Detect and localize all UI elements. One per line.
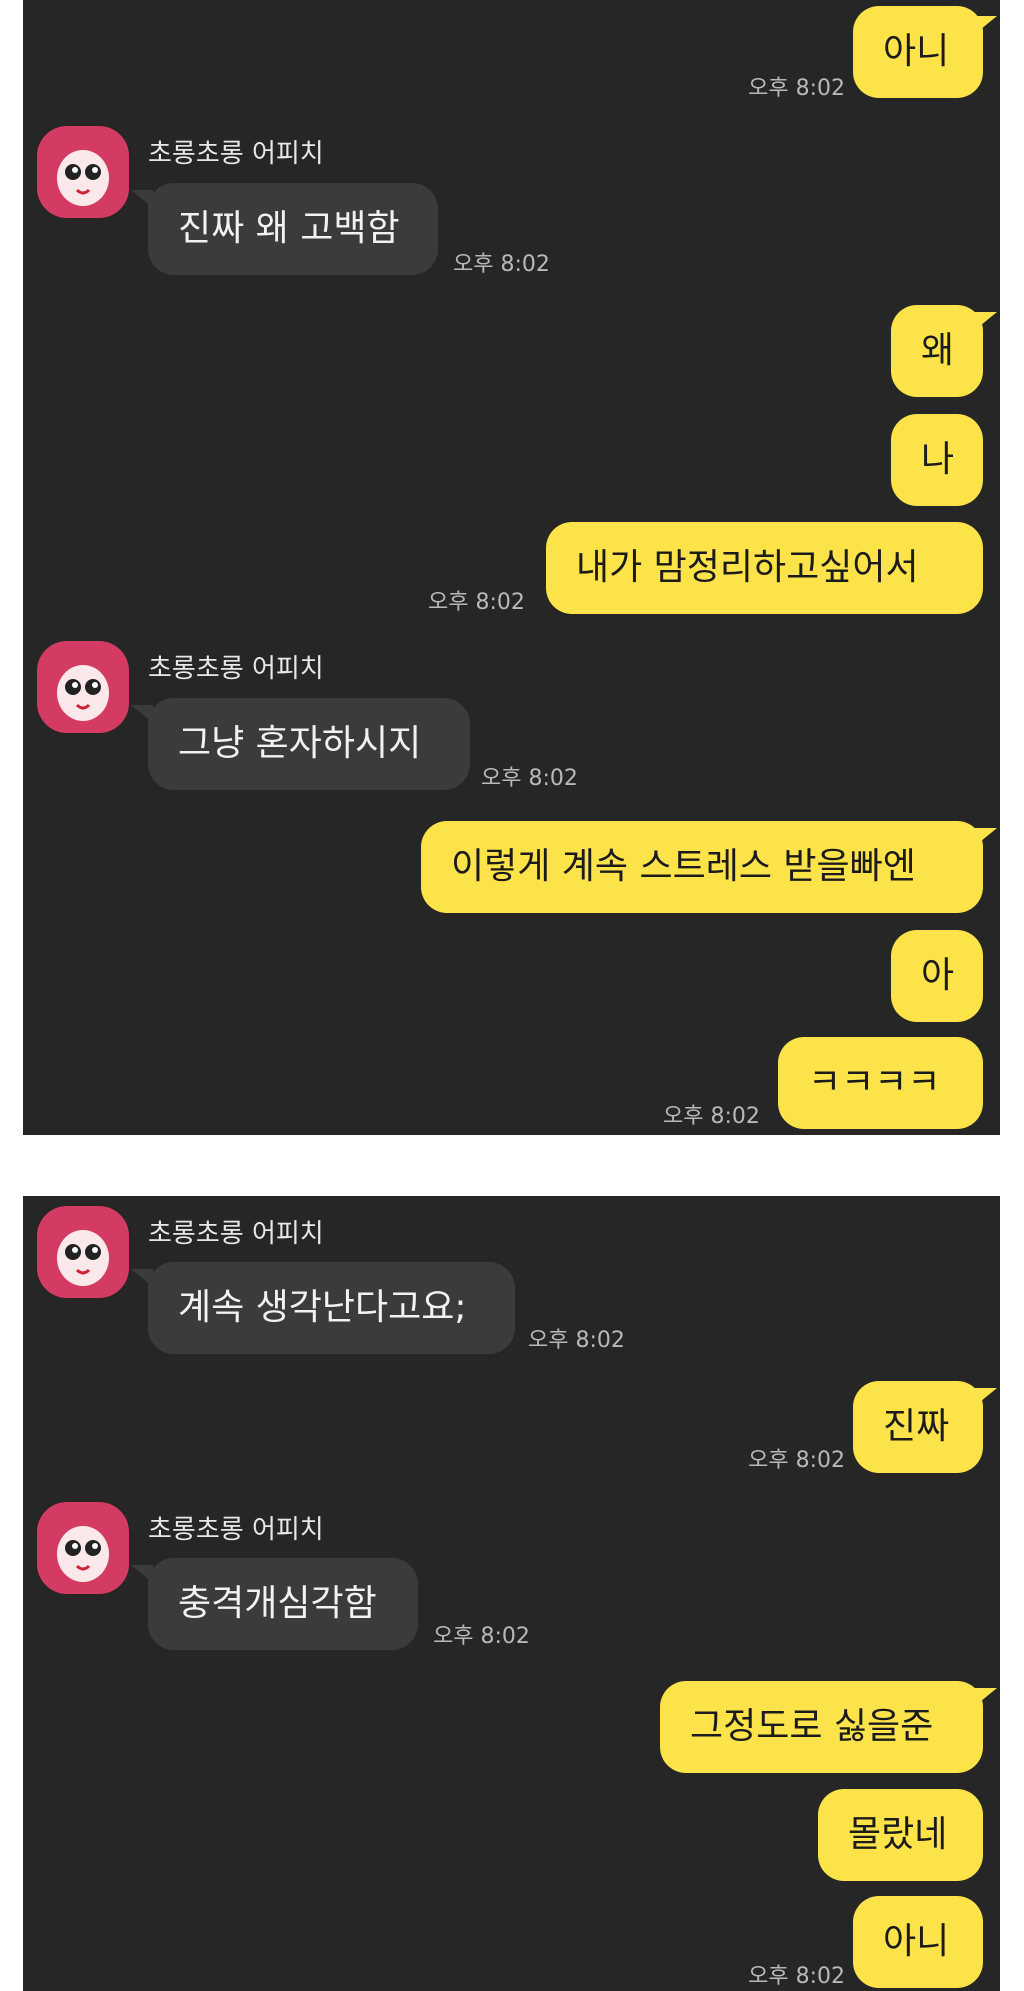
my-message-text: 아니 [883, 1921, 950, 1962]
message-time: 오후 8:02 [748, 76, 845, 101]
sender-name: 초롱초롱 어피치 [148, 1515, 324, 1545]
message-time: 오후 8:02 [428, 590, 525, 615]
my-message-bubble[interactable]: 내가 맘정리하고싶어서 [546, 522, 983, 614]
my-message-text: 나 [921, 439, 955, 480]
my-message-bubble[interactable]: 아니 [853, 1896, 983, 1988]
their-message-bubble[interactable]: 충격개심각함 [148, 1558, 418, 1650]
message-time: 오후 8:02 [528, 1328, 625, 1353]
my-message-bubble[interactable]: 진짜 [853, 1381, 983, 1473]
sender-name: 초롱초롱 어피치 [148, 1219, 324, 1249]
my-message-text: 내가 맘정리하고싶어서 [576, 547, 919, 588]
my-message-bubble[interactable]: 그정도로 싫을준 [660, 1681, 983, 1773]
message-time: 오후 8:02 [453, 252, 550, 277]
my-message-bubble[interactable]: 왜 [891, 305, 983, 397]
their-bubble-tail [131, 190, 153, 208]
chat-panel-2: 초롱초롱 어피치 계속 생각난다고요; 오후 8:02 진짜 오후 8:02 초… [23, 1196, 1000, 1991]
my-message-bubble[interactable]: 아니 [853, 6, 983, 98]
apeach-avatar-icon[interactable] [37, 1206, 129, 1298]
apeach-avatar-icon[interactable] [37, 641, 129, 733]
message-time: 오후 8:02 [748, 1964, 845, 1989]
their-bubble-tail [131, 705, 153, 723]
my-message-bubble[interactable]: 나 [891, 414, 983, 506]
my-message-text: 아 [921, 955, 955, 996]
my-message-bubble[interactable]: ㅋㅋㅋㅋ [778, 1037, 983, 1129]
apeach-avatar-icon[interactable] [37, 1502, 129, 1594]
my-message-bubble[interactable]: 이렇게 계속 스트레스 받을빠엔 [421, 821, 983, 913]
my-message-text: 왜 [921, 330, 955, 371]
my-bubble-tail [975, 16, 997, 34]
their-bubble-tail [131, 1565, 153, 1583]
sender-name: 초롱초롱 어피치 [148, 654, 324, 684]
message-time: 오후 8:02 [663, 1104, 760, 1129]
message-time: 오후 8:02 [433, 1624, 530, 1649]
sender-name: 초롱초롱 어피치 [148, 139, 324, 169]
my-message-text: 그정도로 싫을준 [690, 1706, 934, 1747]
my-message-bubble[interactable]: 몰랐네 [818, 1789, 983, 1881]
message-time: 오후 8:02 [481, 766, 578, 791]
my-message-bubble[interactable]: 아 [891, 930, 983, 1022]
my-message-text: 이렇게 계속 스트레스 받을빠엔 [451, 846, 916, 887]
my-bubble-tail [975, 1388, 997, 1406]
their-bubble-tail [131, 1269, 153, 1287]
their-message-text: 충격개심각함 [178, 1583, 377, 1624]
their-message-text: 계속 생각난다고요; [178, 1287, 467, 1328]
their-message-text: 그냥 혼자하시지 [178, 723, 422, 764]
my-message-text: 진짜 [883, 1406, 950, 1447]
my-bubble-tail [975, 828, 997, 846]
their-message-bubble[interactable]: 그냥 혼자하시지 [148, 698, 470, 790]
their-message-bubble[interactable]: 계속 생각난다고요; [148, 1262, 515, 1354]
my-message-text: 몰랐네 [848, 1814, 948, 1855]
chat-panel-1: 아니 오후 8:02 초롱초롱 어피치 진짜 왜 고백함 오후 8:02 왜 나… [23, 0, 1000, 1135]
my-message-text: 아니 [883, 31, 950, 72]
their-message-text: 진짜 왜 고백함 [178, 208, 400, 249]
apeach-avatar-icon[interactable] [37, 126, 129, 218]
my-bubble-tail [975, 1688, 997, 1706]
their-message-bubble[interactable]: 진짜 왜 고백함 [148, 183, 438, 275]
my-bubble-tail [975, 312, 997, 330]
my-message-text: ㅋㅋㅋㅋ [808, 1062, 941, 1103]
message-time: 오후 8:02 [748, 1448, 845, 1473]
